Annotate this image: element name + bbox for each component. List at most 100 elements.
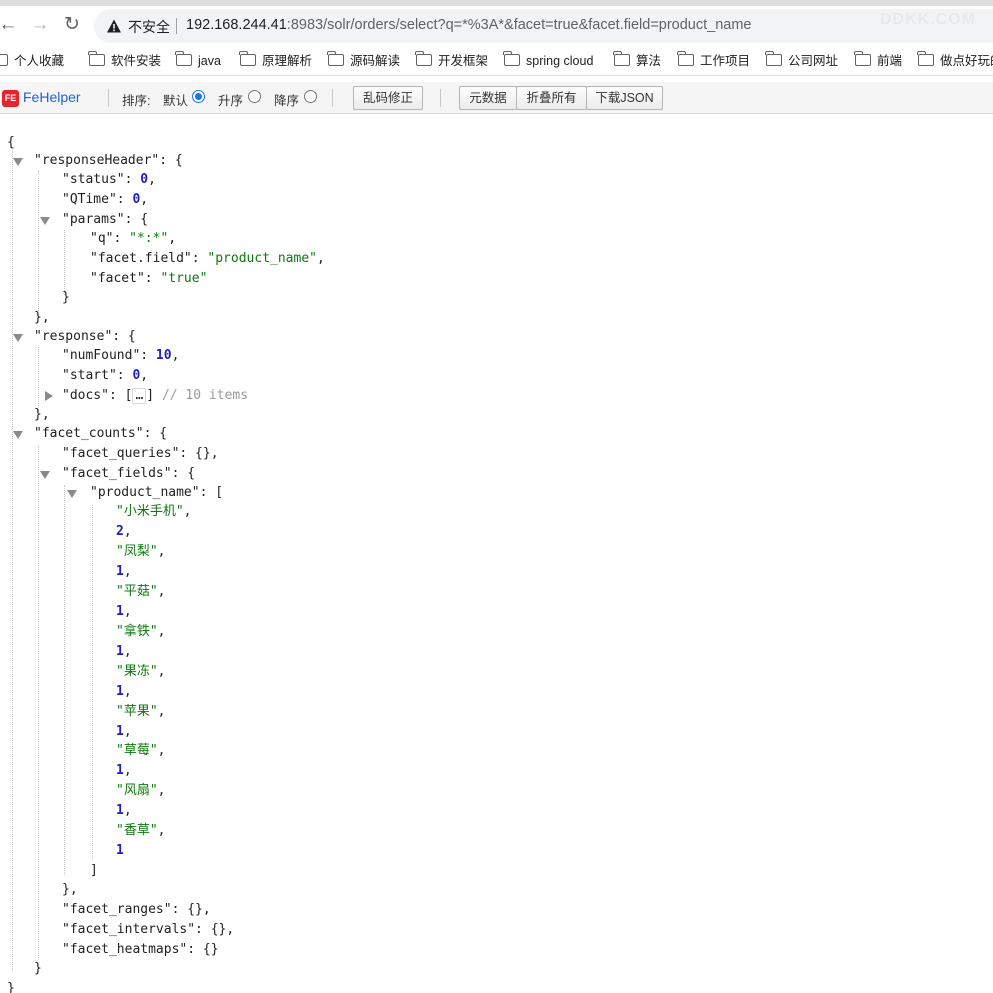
bookmark-folder[interactable]: 软件安装 [88, 51, 161, 70]
metadata-button[interactable]: 元数据 [459, 86, 517, 110]
json-line: "facet_ranges": {}, [62, 902, 211, 917]
folder-icon [327, 51, 344, 66]
json-line: "facet_heatmaps": {} [62, 942, 219, 957]
json-line: } [7, 981, 15, 993]
json-line: "status": 0, [62, 172, 156, 187]
num-found-value: 10 [155, 348, 172, 363]
json-line: "facet_counts": { [34, 426, 168, 441]
facet-name-value: "小米手机" [116, 504, 184, 519]
collapse-toggle-icon[interactable] [40, 217, 50, 225]
bookmark-label: 源码解读 [350, 54, 401, 68]
collapse-toggle-icon[interactable] [13, 334, 23, 342]
folder-icon [917, 51, 934, 66]
facet-name-value: "拿铁" [116, 624, 158, 639]
folder-icon [239, 51, 256, 66]
bookmark-folder[interactable]: 公司网址 [765, 51, 838, 70]
folder-icon [613, 51, 630, 66]
json-line: "response": { [34, 329, 136, 344]
collapse-toggle-icon[interactable] [67, 490, 77, 498]
json-line: } [62, 290, 70, 305]
indent-guide [12, 151, 13, 971]
bookmark-folder[interactable]: 原理解析 [239, 51, 313, 70]
bookmark-folder[interactable]: 做点好玩的 [917, 51, 993, 70]
facet-count-value: 1 [116, 644, 124, 659]
fix-encoding-button[interactable]: 乱码修正 [353, 86, 423, 110]
indent-guide [38, 171, 39, 311]
facet-name-value: "凤梨" [116, 544, 158, 559]
json-line: "numFound": 10, [62, 348, 180, 363]
bookmark-label: 原理解析 [262, 54, 313, 68]
facet-count-value: 1 [116, 724, 124, 739]
collapse-toggle-icon[interactable] [13, 431, 23, 439]
fehelper-title: FeHelper [23, 89, 81, 105]
json-line: "facet": "true" [90, 271, 208, 286]
facet-count: 1, [116, 763, 132, 778]
json-line: "q": "*:*", [90, 231, 177, 246]
collapse-all-button[interactable]: 折叠所有 [516, 86, 587, 110]
url-text[interactable]: 192.168.244.41:8983/solr/orders/select?q… [186, 17, 751, 33]
facet-name: "小米手机", [116, 504, 192, 519]
json-line: "facet.field": "product_name", [90, 251, 325, 266]
folder-icon [854, 51, 871, 66]
folder-icon [415, 51, 432, 66]
bookmark-label: 算法 [636, 54, 662, 68]
toolbar-divider [332, 89, 333, 107]
bookmark-label: 做点好玩的 [940, 54, 993, 68]
json-line: "start": 0, [62, 368, 149, 383]
forward-arrow-icon[interactable]: → [28, 12, 52, 38]
url-host: 192.168.244.41 [186, 17, 287, 33]
json-line: "facet_queries": {}, [62, 446, 219, 461]
facet-name-value: "风扇" [116, 783, 158, 798]
toolbar-divider [108, 89, 109, 107]
facet-count-value: 1 [116, 843, 124, 858]
facet-count-value: 1 [116, 684, 124, 699]
url-path: :8983/solr/orders/select?q=*%3A*&facet=t… [286, 17, 752, 33]
bookmark-folder[interactable]: 前端 [854, 51, 902, 70]
folder-icon [0, 51, 8, 66]
sort-desc-radio[interactable] [304, 90, 317, 103]
param-facet-value: "true" [160, 271, 208, 286]
facet-name-value: "苹果" [116, 704, 158, 719]
param-q-value: "*:*" [129, 231, 169, 246]
reload-icon[interactable]: ↻ [60, 12, 84, 38]
address-separator [176, 18, 177, 34]
address-bar[interactable]: 不安全 192.168.244.41:8983/solr/orders/sele… [94, 9, 993, 43]
back-arrow-icon[interactable]: ← [0, 12, 20, 38]
json-line: "docs": […] // 10 items [62, 388, 249, 404]
sort-default-radio[interactable] [192, 90, 205, 103]
warning-icon[interactable] [106, 18, 122, 34]
bookmark-label: 开发框架 [438, 54, 489, 68]
bookmark-folder[interactable]: 源码解读 [327, 51, 401, 70]
bookmark-folder[interactable]: 算法 [613, 51, 662, 70]
sort-asc-radio[interactable] [248, 90, 261, 103]
folder-icon [503, 51, 520, 66]
facet-name-value: "香草" [116, 823, 158, 838]
bookmark-folder[interactable]: 工作项目 [677, 51, 750, 70]
facet-count: 1 [116, 841, 124, 861]
indent-guide [64, 485, 65, 875]
bookmark-label: 个人收藏 [14, 54, 65, 68]
docs-collapsed-ellipsis[interactable]: … [132, 388, 147, 404]
bookmark-folder[interactable]: java [175, 51, 221, 70]
indent-guide [64, 230, 65, 295]
browser-toolbar: ← → ↻ 不安全 192.168.244.41:8983/solr/order… [0, 6, 993, 46]
json-line: }, [34, 407, 50, 422]
facet-count: 1, [116, 604, 132, 619]
facet-count: 1, [116, 644, 132, 659]
collapse-toggle-icon[interactable] [13, 158, 23, 166]
facet-name: "香草", [116, 823, 166, 838]
expand-toggle-icon[interactable] [45, 391, 53, 401]
collapse-toggle-icon[interactable] [40, 471, 50, 479]
bookmark-folder[interactable]: 开发框架 [415, 51, 489, 70]
facet-count-value: 1 [116, 564, 124, 579]
fehelper-logo-icon: FE [2, 90, 19, 107]
facet-name-value: "果冻" [116, 664, 158, 679]
insecure-label[interactable]: 不安全 [128, 17, 170, 37]
docs-count-comment: // 10 items [161, 388, 249, 403]
json-line: "QTime": 0, [62, 192, 149, 207]
indent-guide [38, 445, 39, 960]
bookmark-folder[interactable]: spring cloud [503, 51, 593, 70]
bookmark-folder[interactable]: 个人收藏 [0, 51, 65, 70]
bookmark-label: java [198, 54, 221, 68]
download-json-button[interactable]: 下载JSON [586, 86, 663, 110]
